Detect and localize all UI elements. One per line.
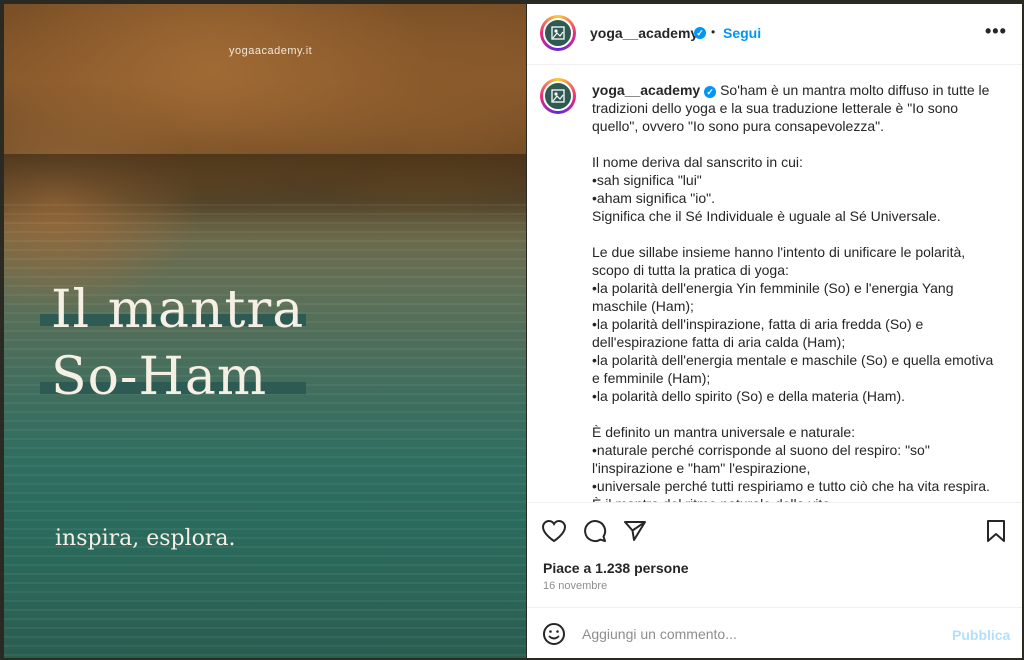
post-side-panel: yoga__academy ✓ • Segui ••• yoga__academ… (527, 4, 1022, 658)
follow-button[interactable]: Segui (723, 25, 761, 41)
image-watermark: yogaacademy.it (229, 45, 313, 57)
comment-bar: Pubblica (527, 607, 1022, 659)
comment-icon (584, 520, 607, 543)
more-options-icon[interactable]: ••• (985, 21, 1007, 42)
smiley-icon (543, 623, 565, 645)
avatar-logo-icon (551, 26, 565, 40)
caption-scroll-area[interactable]: yoga__academy ✓ So'ham è un mantra molto … (527, 65, 1022, 502)
caption-verified-badge-icon: ✓ (704, 86, 717, 98)
likes-count[interactable]: Piace a 1.238 persone (543, 560, 689, 576)
heart-icon (541, 519, 567, 543)
post-image[interactable]: yogaacademy.it Il mantra So-Ham inspira,… (4, 4, 526, 658)
headline-line-1: Il mantra (51, 280, 305, 340)
save-button[interactable] (985, 519, 1007, 548)
water-reflection (4, 204, 526, 658)
avatar[interactable] (540, 15, 576, 51)
post-header: yoga__academy ✓ • Segui ••• (527, 4, 1022, 65)
comment-input[interactable] (582, 626, 922, 642)
image-tagline: inspira, esplora. (55, 526, 236, 551)
caption-avatar[interactable] (540, 78, 576, 114)
emoji-button[interactable] (542, 622, 566, 651)
header-username[interactable]: yoga__academy (590, 25, 698, 41)
post-date[interactable]: 16 novembre (543, 580, 607, 592)
caption-username[interactable]: yoga__academy (592, 82, 700, 98)
caption-text: So'ham è un mantra molto diffuso in tutt… (592, 82, 994, 502)
verified-badge-icon: ✓ (694, 27, 706, 39)
paper-plane-icon (624, 521, 646, 541)
app-window: yogaacademy.it Il mantra So-Ham inspira,… (0, 0, 1024, 660)
publish-button[interactable]: Pubblica (952, 627, 1010, 643)
post-caption: yoga__academy ✓ So'ham è un mantra molto … (592, 81, 1002, 502)
headline-line-2: So-Ham (51, 347, 268, 407)
like-button[interactable] (541, 519, 567, 548)
avatar-logo-icon (551, 89, 565, 103)
comment-button[interactable] (583, 519, 607, 548)
post-actions: Piace a 1.238 persone 16 novembre (527, 502, 1022, 623)
bookmark-icon (987, 520, 1005, 542)
header-separator: • (711, 25, 716, 39)
share-button[interactable] (623, 519, 647, 548)
